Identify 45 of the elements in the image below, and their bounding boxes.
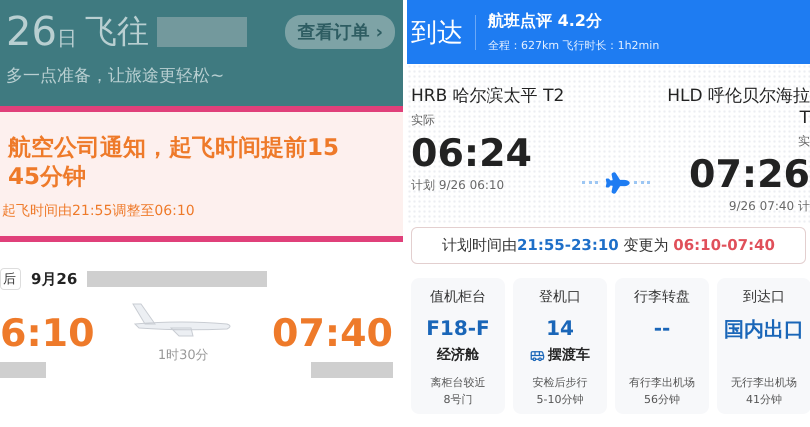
card-title: 值机柜台	[430, 288, 486, 307]
card-note: 经济舱	[437, 346, 479, 364]
card-detail: 安检后步行	[532, 374, 588, 391]
card-value: F18-F	[426, 316, 490, 340]
departure-time: 6:10	[0, 314, 95, 352]
arrival-airport: HLD 呼伦贝尔海拉	[667, 85, 810, 107]
day-unit: 日	[56, 24, 77, 52]
card-value: --	[654, 316, 670, 340]
departure-airport: HRB 哈尔滨太平 T2	[411, 85, 564, 107]
flight-tag: 后	[0, 268, 21, 290]
flight-date: 9月26	[31, 270, 78, 288]
flight-rating: 航班点评 4.2分	[488, 11, 603, 32]
view-order-button[interactable]: 查看订单 ›	[285, 15, 395, 49]
destination-label: 飞往	[84, 11, 149, 52]
card-detail: 56分钟	[644, 392, 680, 408]
header-subtitle: 多一点准备，让旅途更轻松~	[6, 65, 226, 87]
card-value: 14	[546, 316, 574, 340]
card-detail: 8号门	[444, 392, 472, 408]
redaction-block	[0, 362, 46, 378]
card-value: 国内出口	[724, 316, 804, 343]
card-detail: 41分钟	[746, 392, 782, 408]
card-note: 摆渡车	[548, 346, 590, 364]
card-detail: 无行李出机场	[731, 374, 797, 391]
arrival-terminal: T	[800, 108, 810, 128]
header-title: 到达	[411, 14, 476, 50]
arrival-status: 实	[798, 133, 810, 150]
notice-title: 45分钟	[8, 162, 88, 192]
notice-title: 航空公司通知，起飞时间提前15	[8, 134, 340, 163]
arrival-time: 07:26	[689, 155, 810, 193]
arrival-time: 07:40	[272, 314, 393, 352]
card-title: 登机口	[539, 288, 581, 307]
card-detail: 离柜台较近	[430, 374, 486, 391]
flight-summary: 全程：627km 飞行时长：1h2min	[488, 38, 660, 53]
card-title: 行李转盘	[634, 288, 690, 307]
card-title: 到达口	[743, 288, 785, 307]
card-detail: 5-10分钟	[536, 392, 584, 408]
arrival-planned: 9/26 07:40 计	[728, 198, 810, 215]
departure-planned: 计划 9/26 06:10	[411, 177, 504, 194]
day-number: 26	[6, 12, 57, 52]
departure-time: 06:24	[411, 134, 532, 172]
schedule-change-notice: 计划时间由21:55-23:10 变更为 06:10-07:40	[411, 227, 806, 264]
notice-detail: 起飞时间由21:55调整至06:10	[2, 202, 196, 220]
flight-duration: 1时30分	[158, 347, 209, 364]
departure-status: 实际	[411, 112, 435, 129]
card-detail: 有行李出机场	[629, 374, 695, 391]
